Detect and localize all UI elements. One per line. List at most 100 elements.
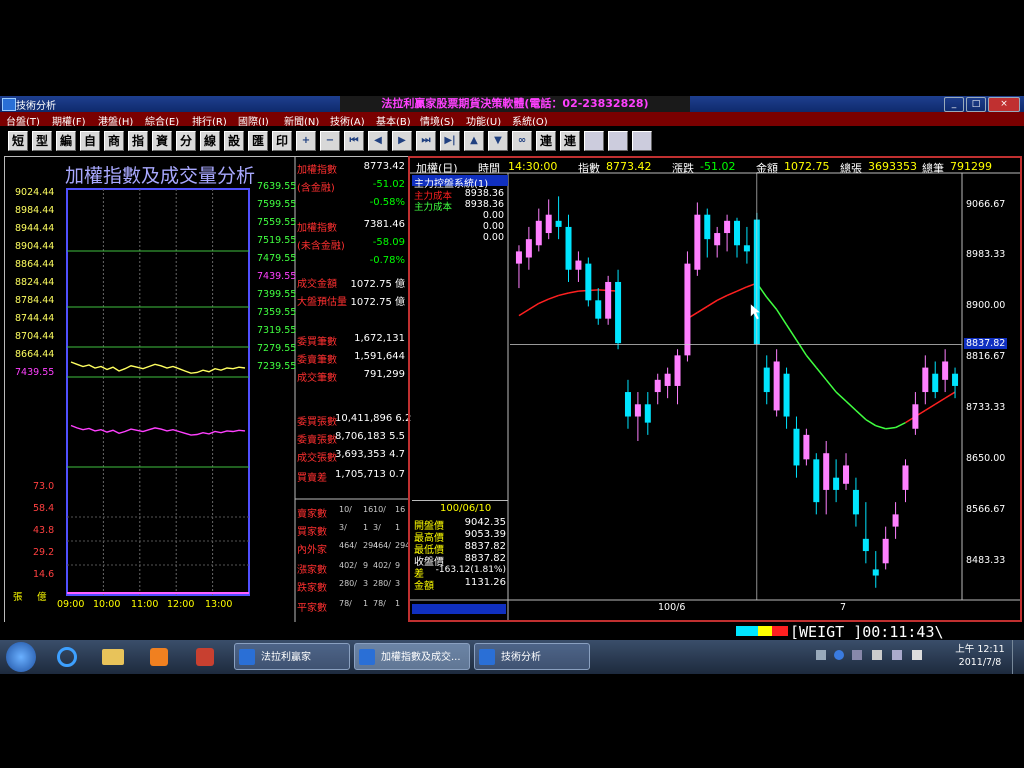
minimize-button[interactable]: _ — [944, 97, 964, 112]
candle-body[interactable] — [545, 214, 552, 234]
toolbar-button-7[interactable]: 分 — [176, 131, 196, 151]
intraday-left-tick: 8784.44 — [15, 295, 55, 306]
keyboard-icon[interactable] — [816, 650, 826, 660]
media-player-icon[interactable] — [142, 643, 176, 670]
candle-body[interactable] — [644, 404, 651, 423]
candle-body[interactable] — [743, 245, 750, 252]
network-icon[interactable] — [892, 650, 902, 660]
grid-icon[interactable] — [584, 131, 604, 151]
candle-body[interactable] — [942, 361, 949, 380]
toolbar-button-10[interactable]: 匯 — [248, 131, 268, 151]
candle-body[interactable] — [595, 300, 602, 319]
candle-body[interactable] — [724, 220, 731, 234]
ohlc-scrollbar[interactable] — [412, 604, 506, 614]
window-title: 技術分析 — [16, 101, 56, 112]
settings-icon[interactable] — [852, 650, 862, 660]
ie-icon[interactable] — [50, 643, 84, 670]
candle-body[interactable] — [555, 220, 562, 227]
toolbar-button-1[interactable]: 型 — [32, 131, 52, 151]
toolbar-button-11[interactable]: 印 — [272, 131, 292, 151]
task-technical-icon — [479, 649, 495, 665]
candle-body[interactable] — [932, 373, 939, 393]
volume-tick: 29.2 — [33, 547, 55, 558]
toolbar-button-2[interactable]: 編 — [56, 131, 76, 151]
candle-body[interactable] — [664, 373, 671, 386]
candle-body[interactable] — [684, 263, 691, 356]
show-desktop-button[interactable] — [1012, 640, 1024, 674]
app-launcher-icon[interactable] — [188, 643, 222, 670]
flag-icon[interactable] — [872, 650, 882, 660]
next-icon[interactable]: ▶ — [392, 131, 412, 151]
toolbar-link-button-1[interactable]: 連 — [560, 131, 580, 151]
candle-body[interactable] — [585, 263, 592, 301]
down-icon[interactable]: ▼ — [488, 131, 508, 151]
prev-icon[interactable]: ◀ — [368, 131, 388, 151]
candle-body[interactable] — [654, 379, 661, 393]
tool-icon[interactable] — [632, 131, 652, 151]
candle-body[interactable] — [704, 214, 711, 240]
close-button[interactable]: × — [988, 97, 1020, 112]
breadth-cell: 3 — [395, 579, 401, 588]
toolbar-button-0[interactable]: 短 — [8, 131, 28, 151]
candle-body[interactable] — [525, 239, 532, 258]
link-icon[interactable]: ∞ — [512, 131, 532, 151]
lock-icon[interactable] — [608, 131, 628, 151]
candle-body[interactable] — [674, 355, 681, 386]
candle-body[interactable] — [615, 281, 622, 344]
taskbar-clock[interactable]: 上午 12:11 2011/7/8 — [952, 643, 1008, 669]
quote-value: 8,706,183 5.5 — [335, 431, 405, 442]
help-icon[interactable] — [834, 650, 844, 660]
task-technical[interactable]: 技術分析 — [474, 643, 590, 670]
candle-body[interactable] — [773, 361, 780, 411]
last-icon[interactable]: ⏭ — [416, 131, 436, 151]
candle-body[interactable] — [763, 367, 770, 393]
toolbar-button-3[interactable]: 自 — [80, 131, 100, 151]
candle-body[interactable] — [852, 489, 859, 515]
toolbar-button-5[interactable]: 指 — [128, 131, 148, 151]
minus-icon[interactable]: − — [320, 131, 340, 151]
toolbar-button-9[interactable]: 設 — [224, 131, 244, 151]
volume-icon[interactable] — [912, 650, 922, 660]
up-icon[interactable]: ▲ — [464, 131, 484, 151]
candle-body[interactable] — [843, 465, 850, 484]
candle-body[interactable] — [902, 465, 909, 490]
candle-body[interactable] — [912, 404, 919, 429]
skip-icon[interactable]: ▶| — [440, 131, 460, 151]
candle-body[interactable] — [624, 392, 631, 417]
candle-body[interactable] — [793, 428, 800, 466]
candle-body[interactable] — [952, 373, 959, 386]
candle-body[interactable] — [922, 367, 929, 393]
toolbar-button-6[interactable]: 資 — [152, 131, 172, 151]
first-icon[interactable]: ⏮ — [344, 131, 364, 151]
candle-body[interactable] — [892, 514, 899, 527]
breadth-cell: 3 — [363, 579, 369, 588]
candle-body[interactable] — [803, 434, 810, 460]
candle-body[interactable] — [862, 538, 869, 552]
candle-body[interactable] — [882, 538, 889, 564]
toolbar-link-button-0[interactable]: 連 — [536, 131, 556, 151]
candle-body[interactable] — [575, 260, 582, 270]
system-tray[interactable] — [816, 650, 936, 664]
toolbar-button-8[interactable]: 線 — [200, 131, 220, 151]
candle-body[interactable] — [634, 404, 641, 417]
candle-body[interactable] — [565, 226, 572, 270]
task-intraday[interactable]: 加權指數及成交... — [354, 643, 470, 670]
candle-body[interactable] — [783, 373, 790, 417]
candle-body[interactable] — [823, 453, 830, 490]
toolbar-button-4[interactable]: 商 — [104, 131, 124, 151]
explorer-icon[interactable] — [96, 643, 130, 670]
maximize-button[interactable]: □ — [966, 97, 986, 112]
candle-body[interactable] — [694, 214, 701, 270]
start-button[interactable] — [6, 642, 36, 672]
candle-body[interactable] — [714, 233, 721, 246]
intraday-left-tick: 8744.44 — [15, 313, 55, 324]
candle-body[interactable] — [813, 459, 820, 503]
candle-body[interactable] — [605, 281, 612, 319]
candle-body[interactable] — [872, 569, 879, 576]
candle-body[interactable] — [535, 220, 542, 246]
task-ferrari[interactable]: 法拉利贏家 — [234, 643, 350, 670]
candle-body[interactable] — [734, 220, 740, 246]
candle-body[interactable] — [833, 477, 840, 490]
candle-body[interactable] — [515, 251, 522, 264]
plus-icon[interactable]: + — [296, 131, 316, 151]
